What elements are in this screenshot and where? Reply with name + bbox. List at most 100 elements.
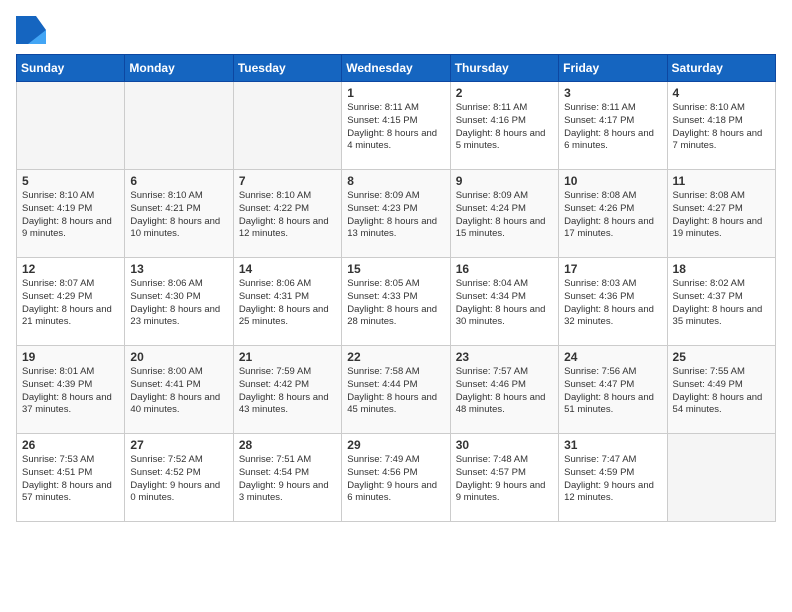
day-cell-6: 6 Sunrise: 8:10 AMSunset: 4:21 PMDaylight… <box>125 170 233 258</box>
day-cell-9: 9Sunrise: 8:09 AMSunset: 4:24 PMDaylight… <box>450 170 558 258</box>
day-number: 31 <box>564 438 661 452</box>
day-number: 21 <box>239 350 336 364</box>
day-cell-21: 21 Sunrise: 7:59 AMSunset: 4:42 PMDayligh… <box>233 346 341 434</box>
calendar-table: SundayMondayTuesdayWednesdayThursdayFrid… <box>16 54 776 522</box>
day-info: Sunrise: 8:04 AMSunset: 4:34 PMDaylight:… <box>456 278 553 329</box>
day-cell-15: 15 Sunrise: 8:05 AMSunset: 4:33 PMDayligh… <box>342 258 450 346</box>
week-row-5: 26 Sunrise: 7:53 AMSunset: 4:51 PMDayligh… <box>17 434 776 522</box>
day-number: 25 <box>673 350 770 364</box>
day-info: Sunrise: 7:57 AMSunset: 4:46 PMDaylight:… <box>456 366 553 417</box>
day-cell-30: 30 Sunrise: 7:48 AMSunset: 4:57 PMDayligh… <box>450 434 558 522</box>
day-info: Sunrise: 7:52 AMSunset: 4:52 PMDaylight:… <box>130 454 227 505</box>
day-cell-31: 31 Sunrise: 7:47 AMSunset: 4:59 PMDayligh… <box>559 434 667 522</box>
day-number: 23 <box>456 350 553 364</box>
day-info: Sunrise: 7:55 AMSunset: 4:49 PMDaylight:… <box>673 366 770 417</box>
day-number: 3 <box>564 86 661 100</box>
day-number: 19 <box>22 350 119 364</box>
day-cell-11: 11Sunrise: 8:08 AMSunset: 4:27 PMDayligh… <box>667 170 775 258</box>
empty-cell <box>667 434 775 522</box>
day-number: 30 <box>456 438 553 452</box>
day-number: 5 <box>22 174 119 188</box>
week-row-4: 19 Sunrise: 8:01 AMSunset: 4:39 PMDayligh… <box>17 346 776 434</box>
day-cell-4: 4 Sunrise: 8:10 AMSunset: 4:18 PMDaylight… <box>667 82 775 170</box>
empty-cell <box>233 82 341 170</box>
day-cell-1: 1Sunrise: 8:11 AMSunset: 4:15 PMDaylight… <box>342 82 450 170</box>
day-number: 1 <box>347 86 444 100</box>
day-info: Sunrise: 8:07 AMSunset: 4:29 PMDaylight:… <box>22 278 119 329</box>
day-cell-16: 16 Sunrise: 8:04 AMSunset: 4:34 PMDayligh… <box>450 258 558 346</box>
day-info: Sunrise: 8:10 AMSunset: 4:18 PMDaylight:… <box>673 102 770 153</box>
day-cell-12: 12Sunrise: 8:07 AMSunset: 4:29 PMDayligh… <box>17 258 125 346</box>
day-number: 4 <box>673 86 770 100</box>
day-number: 6 <box>130 174 227 188</box>
day-cell-29: 29 Sunrise: 7:49 AMSunset: 4:56 PMDayligh… <box>342 434 450 522</box>
weekday-header-friday: Friday <box>559 55 667 82</box>
weekday-header-monday: Monday <box>125 55 233 82</box>
day-cell-7: 7 Sunrise: 8:10 AMSunset: 4:22 PMDaylight… <box>233 170 341 258</box>
day-info: Sunrise: 7:49 AMSunset: 4:56 PMDaylight:… <box>347 454 444 505</box>
day-cell-8: 8Sunrise: 8:09 AMSunset: 4:23 PMDaylight… <box>342 170 450 258</box>
empty-cell <box>17 82 125 170</box>
week-row-2: 5 Sunrise: 8:10 AMSunset: 4:19 PMDaylight… <box>17 170 776 258</box>
day-number: 2 <box>456 86 553 100</box>
day-cell-14: 14Sunrise: 8:06 AMSunset: 4:31 PMDayligh… <box>233 258 341 346</box>
day-info: Sunrise: 8:10 AMSunset: 4:21 PMDaylight:… <box>130 190 227 241</box>
day-number: 29 <box>347 438 444 452</box>
day-number: 15 <box>347 262 444 276</box>
day-cell-2: 2 Sunrise: 8:11 AMSunset: 4:16 PMDaylight… <box>450 82 558 170</box>
day-info: Sunrise: 7:48 AMSunset: 4:57 PMDaylight:… <box>456 454 553 505</box>
logo <box>16 16 50 44</box>
day-info: Sunrise: 8:08 AMSunset: 4:26 PMDaylight:… <box>564 190 661 241</box>
day-info: Sunrise: 8:11 AMSunset: 4:17 PMDaylight:… <box>564 102 661 153</box>
day-info: Sunrise: 8:01 AMSunset: 4:39 PMDaylight:… <box>22 366 119 417</box>
day-cell-24: 24Sunrise: 7:56 AMSunset: 4:47 PMDayligh… <box>559 346 667 434</box>
day-cell-22: 22 Sunrise: 7:58 AMSunset: 4:44 PMDayligh… <box>342 346 450 434</box>
day-info: Sunrise: 8:10 AMSunset: 4:22 PMDaylight:… <box>239 190 336 241</box>
day-cell-19: 19 Sunrise: 8:01 AMSunset: 4:39 PMDayligh… <box>17 346 125 434</box>
day-info: Sunrise: 7:58 AMSunset: 4:44 PMDaylight:… <box>347 366 444 417</box>
weekday-header-wednesday: Wednesday <box>342 55 450 82</box>
day-number: 26 <box>22 438 119 452</box>
weekday-header-sunday: Sunday <box>17 55 125 82</box>
day-number: 17 <box>564 262 661 276</box>
day-info: Sunrise: 7:53 AMSunset: 4:51 PMDaylight:… <box>22 454 119 505</box>
day-cell-20: 20 Sunrise: 8:00 AMSunset: 4:41 PMDayligh… <box>125 346 233 434</box>
day-info: Sunrise: 7:59 AMSunset: 4:42 PMDaylight:… <box>239 366 336 417</box>
day-info: Sunrise: 7:56 AMSunset: 4:47 PMDaylight:… <box>564 366 661 417</box>
day-cell-23: 23 Sunrise: 7:57 AMSunset: 4:46 PMDayligh… <box>450 346 558 434</box>
day-number: 16 <box>456 262 553 276</box>
day-number: 27 <box>130 438 227 452</box>
day-cell-28: 28Sunrise: 7:51 AMSunset: 4:54 PMDayligh… <box>233 434 341 522</box>
day-cell-13: 13 Sunrise: 8:06 AMSunset: 4:30 PMDayligh… <box>125 258 233 346</box>
day-number: 20 <box>130 350 227 364</box>
day-cell-27: 27 Sunrise: 7:52 AMSunset: 4:52 PMDayligh… <box>125 434 233 522</box>
day-info: Sunrise: 8:02 AMSunset: 4:37 PMDaylight:… <box>673 278 770 329</box>
day-cell-26: 26 Sunrise: 7:53 AMSunset: 4:51 PMDayligh… <box>17 434 125 522</box>
weekday-header-thursday: Thursday <box>450 55 558 82</box>
day-number: 13 <box>130 262 227 276</box>
day-cell-10: 10 Sunrise: 8:08 AMSunset: 4:26 PMDayligh… <box>559 170 667 258</box>
day-number: 18 <box>673 262 770 276</box>
logo-icon <box>16 16 46 44</box>
day-info: Sunrise: 7:47 AMSunset: 4:59 PMDaylight:… <box>564 454 661 505</box>
day-info: Sunrise: 7:51 AMSunset: 4:54 PMDaylight:… <box>239 454 336 505</box>
day-info: Sunrise: 8:00 AMSunset: 4:41 PMDaylight:… <box>130 366 227 417</box>
day-number: 10 <box>564 174 661 188</box>
day-number: 22 <box>347 350 444 364</box>
day-info: Sunrise: 8:06 AMSunset: 4:30 PMDaylight:… <box>130 278 227 329</box>
day-number: 7 <box>239 174 336 188</box>
day-info: Sunrise: 8:05 AMSunset: 4:33 PMDaylight:… <box>347 278 444 329</box>
week-row-1: 1Sunrise: 8:11 AMSunset: 4:15 PMDaylight… <box>17 82 776 170</box>
day-info: Sunrise: 8:10 AMSunset: 4:19 PMDaylight:… <box>22 190 119 241</box>
day-cell-17: 17 Sunrise: 8:03 AMSunset: 4:36 PMDayligh… <box>559 258 667 346</box>
empty-cell <box>125 82 233 170</box>
day-cell-25: 25 Sunrise: 7:55 AMSunset: 4:49 PMDayligh… <box>667 346 775 434</box>
day-info: Sunrise: 8:11 AMSunset: 4:16 PMDaylight:… <box>456 102 553 153</box>
day-info: Sunrise: 8:09 AMSunset: 4:23 PMDaylight:… <box>347 190 444 241</box>
day-info: Sunrise: 8:09 AMSunset: 4:24 PMDaylight:… <box>456 190 553 241</box>
day-info: Sunrise: 8:06 AMSunset: 4:31 PMDaylight:… <box>239 278 336 329</box>
day-info: Sunrise: 8:03 AMSunset: 4:36 PMDaylight:… <box>564 278 661 329</box>
day-cell-5: 5 Sunrise: 8:10 AMSunset: 4:19 PMDaylight… <box>17 170 125 258</box>
day-info: Sunrise: 8:08 AMSunset: 4:27 PMDaylight:… <box>673 190 770 241</box>
header <box>16 16 776 44</box>
